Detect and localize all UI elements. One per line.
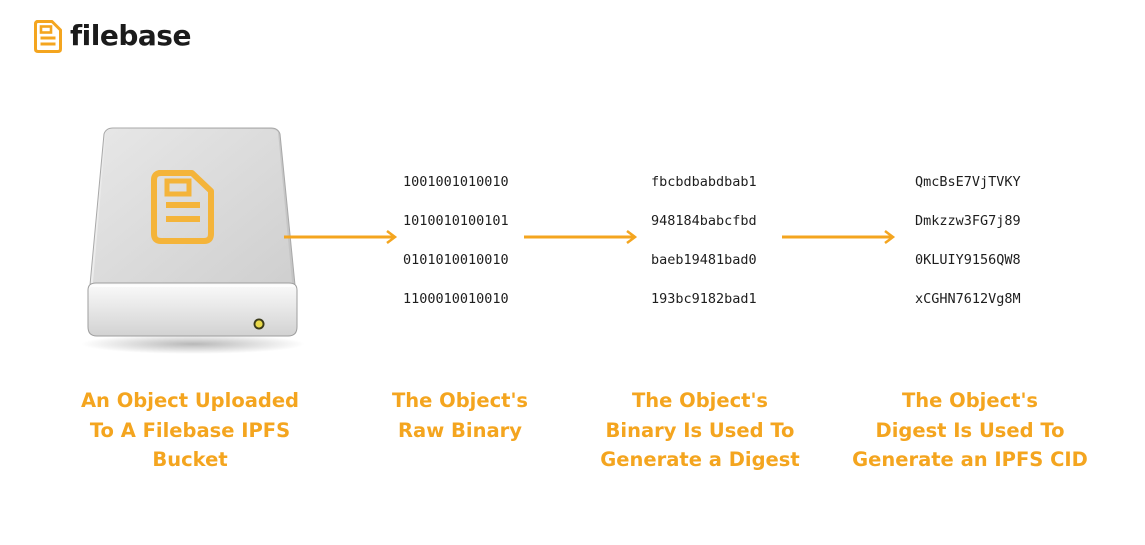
arrow-right-icon xyxy=(284,230,398,244)
digest-line: fbcbdbabdbab1 xyxy=(651,174,757,190)
document-icon xyxy=(34,19,62,53)
caption-line: To A Filebase IPFS xyxy=(89,418,291,442)
caption-line: Generate a Digest xyxy=(600,448,800,471)
cid-line: Dmkzzw3FG7j89 xyxy=(915,213,1021,229)
hard-drive-icon xyxy=(82,127,304,354)
digest-line: 193bc9182bad1 xyxy=(651,291,757,307)
caption-digest: The Object's Binary Is Used To Generate … xyxy=(585,386,815,475)
filebase-logo: filebase xyxy=(34,18,191,54)
cid-line: QmcBsE7VjTVKY xyxy=(915,174,1021,190)
caption-line: An Object Uploaded xyxy=(80,389,300,412)
binary-line: 1100010010010 xyxy=(403,291,509,307)
brand-name: filebase xyxy=(70,19,191,52)
cid-list: QmcBsE7VjTVKY Dmkzzw3FG7j89 0KLUIY9156QW… xyxy=(915,171,1021,327)
arrow-right-icon xyxy=(524,230,638,244)
caption-binary: The Object's Raw Binary xyxy=(360,386,560,445)
caption-object: An Object Uploaded To A Filebase IPFS Bu… xyxy=(60,386,320,475)
digest-line: baeb19481bad0 xyxy=(651,252,757,268)
caption-line: Bucket xyxy=(152,448,228,471)
binary-line: 0101010010010 xyxy=(403,252,509,268)
binary-line: 1001001010010 xyxy=(403,174,509,190)
raw-binary-list: 1001001010010 1010010100101 010101001001… xyxy=(403,171,509,327)
cid-line: xCGHN7612Vg8M xyxy=(915,291,1021,307)
binary-line: 1010010100101 xyxy=(403,213,509,229)
caption-line: The Object's xyxy=(901,389,1039,412)
digest-list: fbcbdbabdbab1 948184babcfbd baeb19481bad… xyxy=(651,171,757,327)
digest-line: 948184babcfbd xyxy=(651,213,757,229)
caption-cid: The Object's Digest Is Used To Generate … xyxy=(840,386,1100,475)
caption-line: Raw Binary xyxy=(398,418,522,442)
arrow-right-icon xyxy=(782,230,896,244)
cid-line: 0KLUIY9156QW8 xyxy=(915,252,1021,268)
caption-line: Binary Is Used To xyxy=(605,418,795,442)
caption-line: The Object's xyxy=(631,389,769,412)
caption-line: Generate an IPFS CID xyxy=(852,448,1088,471)
caption-line: Digest Is Used To xyxy=(875,418,1065,442)
caption-line: The Object's xyxy=(391,389,529,412)
